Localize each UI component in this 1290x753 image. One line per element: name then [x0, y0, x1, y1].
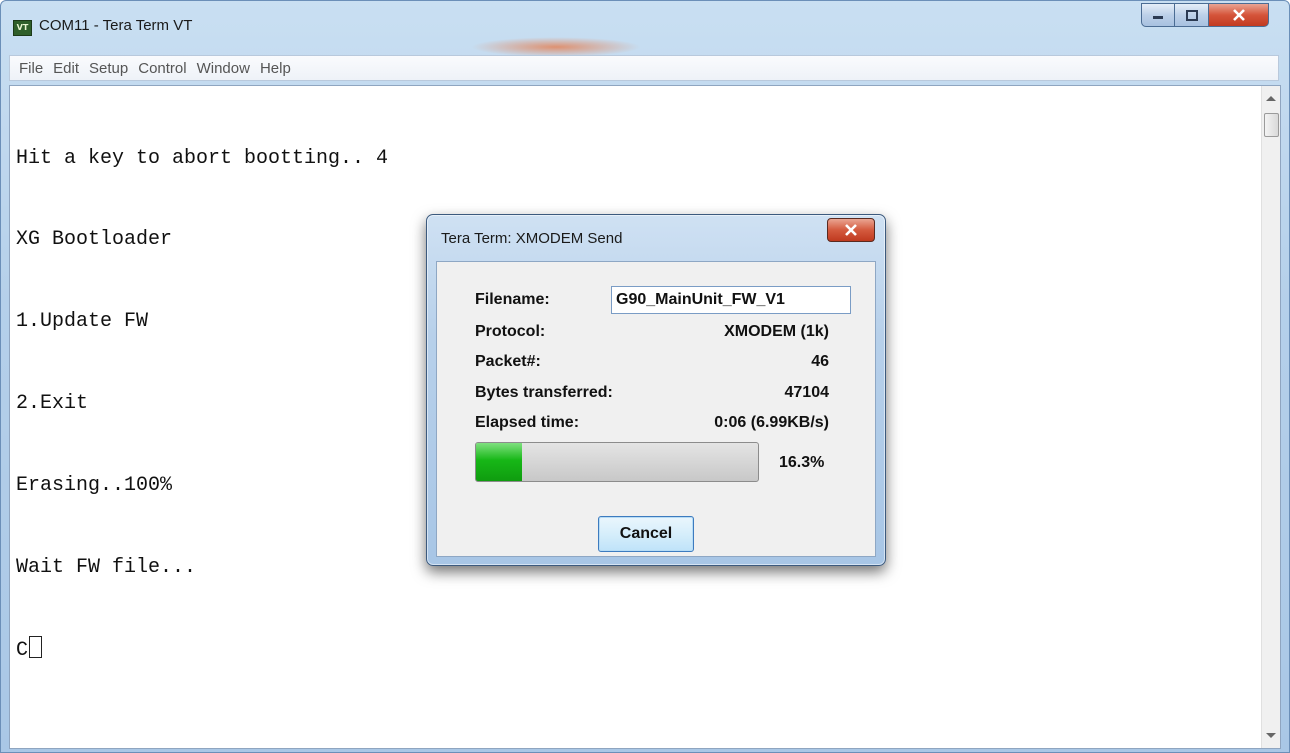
vertical-scrollbar[interactable]	[1261, 86, 1280, 748]
filename-label: Filename:	[475, 291, 550, 308]
bytes-transferred-value: 47104	[784, 384, 830, 401]
close-icon	[1232, 9, 1245, 21]
window-title: COM11 - Tera Term VT	[39, 17, 193, 34]
menu-window[interactable]: Window	[192, 60, 255, 77]
packet-value: 46	[811, 353, 829, 370]
close-icon	[845, 224, 857, 236]
terminal-line: 2.Exit	[16, 392, 89, 416]
elapsed-time-label: Elapsed time:	[475, 414, 580, 431]
dialog-close-button[interactable]	[827, 218, 875, 242]
progress-fill	[476, 443, 522, 481]
dialog-title: Tera Term: XMODEM Send	[441, 230, 623, 247]
transfer-progress-bar	[475, 442, 759, 482]
minimize-button[interactable]	[1141, 3, 1175, 27]
title-bar[interactable]: VT COM11 - Tera Term VT	[1, 1, 1289, 57]
minimize-icon	[1153, 16, 1163, 19]
teraterm-app-icon[interactable]: VT	[13, 20, 32, 36]
terminal-output: Hit a key to abort bootting.. 4 XG Bootl…	[16, 90, 388, 718]
menu-help[interactable]: Help	[255, 60, 296, 77]
terminal-line: C	[16, 638, 29, 662]
menu-bar: File Edit Setup Control Window Help	[9, 55, 1279, 81]
terminal-line: Erasing..100%	[16, 474, 173, 498]
dialog-body: Filename: G90_MainUnit_FW_V1 Protocol: X…	[436, 261, 876, 557]
maximize-icon	[1185, 9, 1198, 21]
scroll-down-arrow-icon[interactable]	[1266, 733, 1276, 738]
elapsed-time-value: 0:06 (6.99KB/s)	[714, 414, 829, 431]
protocol-label: Protocol:	[475, 323, 546, 340]
close-window-button[interactable]	[1209, 3, 1269, 27]
caption-buttons	[1141, 3, 1269, 29]
menu-edit[interactable]: Edit	[48, 60, 84, 77]
maximize-button[interactable]	[1175, 3, 1209, 27]
cancel-button[interactable]: Cancel	[598, 516, 694, 552]
scrollbar-thumb[interactable]	[1264, 113, 1279, 137]
protocol-value: XMODEM (1k)	[724, 323, 829, 340]
progress-percent: 16.3%	[779, 454, 825, 471]
terminal-prompt-line: C	[16, 635, 388, 663]
terminal-line: XG Bootloader	[16, 228, 173, 252]
terminal-line: Hit a key to abort bootting.. 4	[16, 146, 389, 170]
background-glow	[471, 37, 641, 57]
menu-control[interactable]: Control	[133, 60, 191, 77]
terminal-line: Wait FW file...	[16, 556, 197, 580]
terminal-line: 1.Update FW	[16, 310, 149, 334]
filename-value: G90_MainUnit_FW_V1	[616, 291, 785, 308]
menu-file[interactable]: File	[14, 60, 48, 77]
bytes-transferred-label: Bytes transferred:	[475, 384, 613, 401]
menu-setup[interactable]: Setup	[84, 60, 133, 77]
xmodem-send-dialog: Tera Term: XMODEM Send Filename: G90_Mai…	[426, 214, 886, 566]
filename-field[interactable]: G90_MainUnit_FW_V1	[611, 286, 851, 314]
terminal-cursor	[29, 635, 43, 658]
scroll-up-arrow-icon[interactable]	[1266, 96, 1276, 101]
packet-label: Packet#:	[475, 353, 541, 370]
